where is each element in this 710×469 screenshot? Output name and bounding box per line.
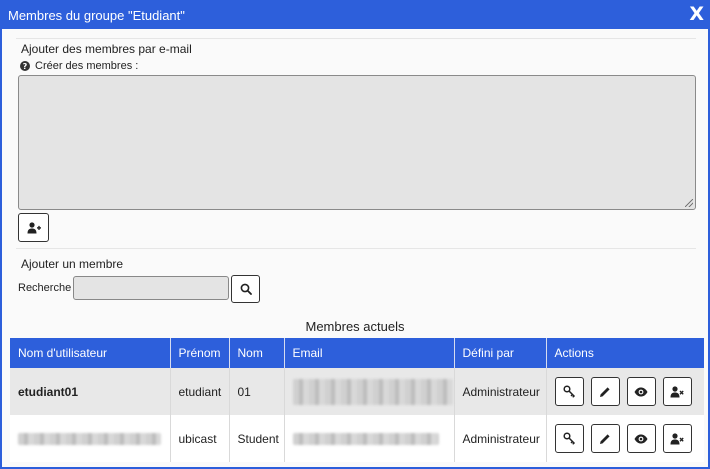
group-members-dialog: Membres du groupe "Etudiant" X Ajouter d… xyxy=(0,0,710,469)
cell-firstname: etudiant xyxy=(170,368,230,415)
cell-actions xyxy=(546,368,704,415)
column-header-lastname[interactable]: Nom xyxy=(229,338,285,368)
user-times-icon xyxy=(670,432,684,444)
cell-defined-by: Administrateur xyxy=(454,415,547,462)
cell-actions xyxy=(546,415,704,462)
user-times-icon xyxy=(670,385,684,397)
table-row: etudiant01 etudiant 01 Administrateur xyxy=(10,368,704,415)
cell-email xyxy=(284,415,455,462)
reset-password-button[interactable] xyxy=(554,377,584,406)
cell-defined-by: Administrateur xyxy=(454,368,547,415)
edit-member-button[interactable] xyxy=(590,424,620,453)
cell-username xyxy=(10,415,171,462)
search-button[interactable] xyxy=(231,275,260,303)
divider xyxy=(16,38,696,39)
members-heading: Membres actuels xyxy=(305,319,405,334)
close-button[interactable]: X xyxy=(689,3,704,25)
search-input[interactable] xyxy=(73,276,229,300)
remove-member-button[interactable] xyxy=(662,424,692,453)
search-icon xyxy=(240,283,252,295)
view-member-button[interactable] xyxy=(626,377,656,406)
cell-firstname: ubicast xyxy=(170,415,230,462)
question-circle-icon: ? xyxy=(20,61,30,71)
remove-member-button[interactable] xyxy=(662,377,692,406)
members-table: Nom d'utilisateur Prénom Nom Email Défin… xyxy=(10,338,704,462)
column-header-firstname[interactable]: Prénom xyxy=(170,338,230,368)
cell-username: etudiant01 xyxy=(10,368,171,415)
dialog-body: Ajouter des membres par e-mail ? Créer d… xyxy=(6,33,704,463)
eye-icon xyxy=(634,387,648,396)
create-members-help: ? Créer des membres : xyxy=(20,60,138,72)
view-member-button[interactable] xyxy=(626,424,656,453)
redacted-email xyxy=(292,433,439,446)
table-header-row: Nom d'utilisateur Prénom Nom Email Défin… xyxy=(10,338,704,368)
edit-member-button[interactable] xyxy=(590,377,620,406)
key-icon xyxy=(562,432,575,445)
add-member-heading: Ajouter un membre xyxy=(21,257,124,271)
column-header-email[interactable]: Email xyxy=(284,338,455,368)
search-label: Recherche xyxy=(18,282,72,294)
cell-email xyxy=(284,368,455,415)
cell-lastname: 01 xyxy=(229,368,285,415)
resize-grip-icon[interactable] xyxy=(685,199,693,207)
eye-icon xyxy=(634,434,648,443)
column-header-username[interactable]: Nom d'utilisateur xyxy=(10,338,171,368)
key-icon xyxy=(562,385,575,398)
divider xyxy=(16,248,696,249)
dialog-titlebar: Membres du groupe "Etudiant" X xyxy=(2,2,708,29)
redacted-username xyxy=(18,433,161,446)
redacted-email xyxy=(292,378,453,405)
dialog-title: Membres du groupe "Etudiant" xyxy=(8,8,185,23)
cell-lastname: Student xyxy=(229,415,285,462)
reset-password-button[interactable] xyxy=(554,424,584,453)
create-members-label: Créer des membres : xyxy=(35,60,139,72)
pencil-icon xyxy=(600,433,610,444)
add-users-button[interactable] xyxy=(18,213,49,242)
pencil-icon xyxy=(600,386,610,397)
table-row: ubicast Student Administrateur xyxy=(10,415,704,462)
column-header-actions: Actions xyxy=(546,338,704,368)
emails-textarea[interactable] xyxy=(18,75,696,210)
column-header-defined-by[interactable]: Défini par xyxy=(454,338,547,368)
user-plus-icon xyxy=(27,221,41,233)
add-by-email-heading: Ajouter des membres par e-mail xyxy=(21,42,192,56)
